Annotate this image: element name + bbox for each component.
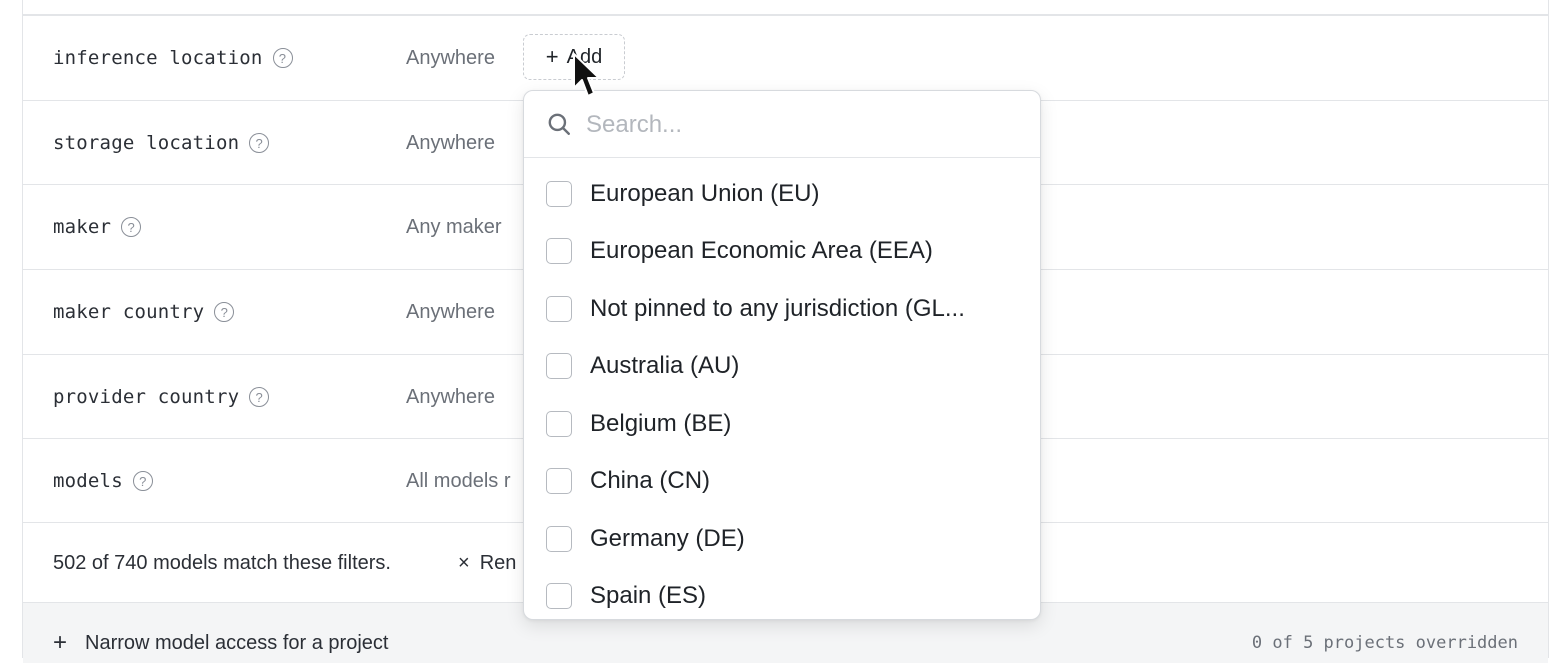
checkbox[interactable] xyxy=(546,525,572,552)
option-label: Spain (ES) xyxy=(590,581,707,609)
checkbox[interactable] xyxy=(546,352,572,379)
filter-label-text: storage location xyxy=(53,132,240,154)
filter-label-text: models xyxy=(53,470,123,492)
option-label: Australia (AU) xyxy=(590,351,740,379)
help-icon[interactable]: ? xyxy=(272,48,293,68)
option-spain[interactable]: Spain (ES) xyxy=(524,567,1040,619)
match-count-text: 502 of 740 models match these filters. xyxy=(53,551,391,574)
option-label: Germany (DE) xyxy=(590,524,745,552)
option-germany[interactable]: Germany (DE) xyxy=(524,510,1040,567)
checkbox[interactable] xyxy=(546,410,572,437)
help-icon[interactable]: ? xyxy=(249,133,270,153)
option-label: European Union (EU) xyxy=(590,179,820,207)
filter-label: models ? xyxy=(53,439,153,523)
option-belgium[interactable]: Belgium (BE) xyxy=(524,395,1040,452)
close-icon: × xyxy=(458,551,470,574)
filter-value: Anywhere xyxy=(406,131,495,154)
plus-icon: + xyxy=(53,629,68,656)
remove-filters-label: Ren xyxy=(479,551,517,574)
help-icon[interactable]: ? xyxy=(132,471,153,491)
filter-value: All models r xyxy=(406,469,511,492)
filter-label-text: maker xyxy=(53,216,112,238)
override-count: 0 of 5 projects overridden xyxy=(1251,633,1518,653)
mouse-pointer-icon xyxy=(573,53,600,97)
option-australia[interactable]: Australia (AU) xyxy=(524,337,1040,394)
option-european-union[interactable]: European Union (EU) xyxy=(524,165,1040,222)
filter-value: Any maker xyxy=(406,215,502,238)
option-european-economic-area[interactable]: European Economic Area (EEA) xyxy=(524,222,1040,279)
option-label: Not pinned to any jurisdiction (GL... xyxy=(590,294,965,322)
help-icon[interactable]: ? xyxy=(249,387,270,407)
remove-filters-button[interactable]: × Ren xyxy=(458,523,516,603)
search-icon xyxy=(548,113,570,135)
filter-label-text: maker country xyxy=(53,301,205,323)
checkbox[interactable] xyxy=(546,180,572,207)
filter-label: provider country ? xyxy=(53,355,270,439)
help-icon[interactable]: ? xyxy=(121,217,142,237)
option-china[interactable]: China (CN) xyxy=(524,452,1040,509)
filter-label: inference location ? xyxy=(53,16,293,100)
checkbox[interactable] xyxy=(546,295,572,322)
filter-label: storage location ? xyxy=(53,101,270,185)
checkbox[interactable] xyxy=(546,467,572,494)
option-label: Belgium (BE) xyxy=(590,409,732,437)
checkbox[interactable] xyxy=(546,237,572,264)
option-not-pinned[interactable]: Not pinned to any jurisdiction (GL... xyxy=(524,280,1040,337)
narrow-access-button[interactable]: + Narrow model access for a project xyxy=(53,629,388,657)
dropdown-search xyxy=(524,91,1040,158)
filter-label: maker country ? xyxy=(53,270,235,354)
help-icon[interactable]: ? xyxy=(214,302,235,322)
search-input[interactable] xyxy=(584,105,1018,145)
location-dropdown: European Union (EU) European Economic Ar… xyxy=(523,90,1041,620)
filter-row-inference-location-top: inference location ? Anywhere + Add xyxy=(23,15,1548,99)
filter-value: Anywhere xyxy=(406,46,495,69)
filter-label-text: provider country xyxy=(53,386,240,408)
filter-value: Anywhere xyxy=(406,385,495,408)
narrow-access-label: Narrow model access for a project xyxy=(85,631,389,654)
filter-label: maker ? xyxy=(53,185,142,269)
filter-label-text: inference location xyxy=(53,47,263,69)
checkbox[interactable] xyxy=(546,582,572,609)
option-label: China (CN) xyxy=(590,466,711,494)
filter-value: Anywhere xyxy=(406,300,495,323)
plus-icon: + xyxy=(545,44,559,69)
option-label: European Economic Area (EEA) xyxy=(590,236,933,264)
